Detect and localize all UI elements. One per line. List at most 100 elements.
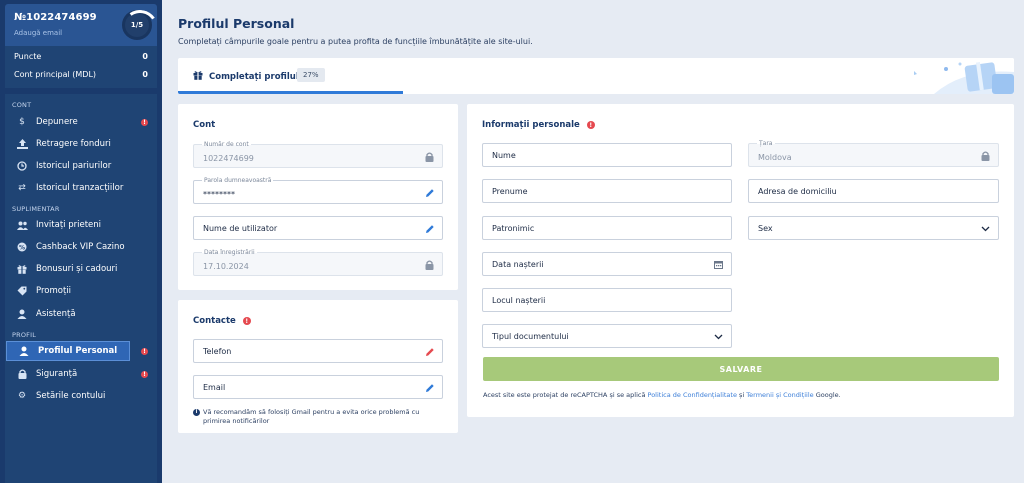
field-placeholder: Prenume bbox=[492, 187, 528, 196]
field-value: 17.10.2024 bbox=[203, 262, 249, 271]
field-placeholder: Tipul documentului bbox=[492, 332, 569, 341]
field-label: Număr de cont bbox=[202, 141, 251, 149]
balance-value: 0 bbox=[142, 70, 148, 79]
address-field[interactable]: Adresa de domiciliu bbox=[748, 179, 999, 203]
field-placeholder: Telefon bbox=[203, 347, 232, 356]
personal-info-title: Informații personale bbox=[482, 120, 580, 130]
alert-icon: ! bbox=[586, 121, 595, 129]
field-placeholder: Data nașterii bbox=[492, 260, 544, 269]
sidebar-item-label: Depunere bbox=[36, 117, 78, 127]
pencil-icon[interactable] bbox=[424, 223, 435, 234]
sidebar-item-istoric-tranzactii[interactable]: ⇄ Istoricul tranzacțiilor bbox=[5, 178, 157, 198]
main-content: Profilul Personal Completați câmpurile g… bbox=[162, 0, 1024, 483]
svg-text:%: % bbox=[19, 244, 25, 251]
password-field[interactable]: Parola dumneavoastră ******** bbox=[193, 177, 443, 204]
clock-icon bbox=[16, 160, 28, 172]
balances: Puncte 0 Cont principal (MDL) 0 bbox=[5, 46, 157, 88]
add-email-link[interactable]: Adaugă email bbox=[14, 29, 62, 37]
phone-field[interactable]: Telefon bbox=[193, 339, 443, 363]
cashback-icon: % bbox=[16, 241, 28, 253]
patronimic-field[interactable]: Patronimic bbox=[482, 216, 732, 240]
sidebar-item-label: Invitați prieteni bbox=[36, 220, 102, 230]
chevron-down-icon bbox=[713, 331, 724, 342]
sidebar-item-label: Istoricul tranzacțiilor bbox=[36, 183, 124, 193]
gift-icon bbox=[193, 70, 203, 83]
gift-icon bbox=[16, 263, 28, 275]
pencil-icon[interactable] bbox=[424, 382, 435, 393]
level-progress-ring[interactable]: 1/5 bbox=[122, 10, 152, 40]
username-field[interactable]: Nume de utilizator bbox=[193, 216, 443, 240]
registration-date-field: Data înregistrării 17.10.2024 bbox=[193, 249, 443, 276]
sidebar-item-invitati[interactable]: Invitați prieteni bbox=[5, 215, 157, 235]
chevron-down-icon bbox=[980, 223, 991, 234]
captcha-text: Google. bbox=[813, 391, 841, 399]
sidebar: №1022474699 Adaugă email 1/5 Puncte 0 Con… bbox=[0, 0, 162, 483]
pencil-icon[interactable] bbox=[424, 187, 435, 198]
balance-points: Puncte 0 bbox=[14, 52, 148, 61]
progress-label: Completați profilul bbox=[209, 71, 299, 82]
contacte-title: Contacte bbox=[193, 316, 236, 326]
captcha-text: și bbox=[736, 391, 747, 399]
progress-bar bbox=[178, 91, 403, 94]
sidebar-item-retragere[interactable]: Retragere fonduri bbox=[5, 134, 157, 154]
sidebar-item-label: Profilul Personal bbox=[38, 346, 118, 356]
alert-icon: ! bbox=[141, 370, 148, 378]
account-number-field: Număr de cont 1022474699 bbox=[193, 141, 443, 168]
tag-icon bbox=[16, 285, 28, 297]
gear-icon: ⚙ bbox=[17, 391, 27, 401]
save-button[interactable]: SALVARE bbox=[483, 357, 999, 381]
birth-date-field[interactable]: Data nașterii bbox=[482, 252, 732, 276]
terms-link[interactable]: Termenii și Condițiile bbox=[746, 391, 813, 399]
sidebar-item-bonusuri[interactable]: Bonusuri și cadouri bbox=[5, 259, 157, 279]
transfer-icon: ⇄ bbox=[18, 183, 26, 193]
lock-icon bbox=[980, 150, 991, 161]
dollar-icon: $ bbox=[19, 117, 25, 127]
lock-icon bbox=[424, 259, 435, 270]
sidebar-item-profil-personal[interactable]: Profilul Personal! bbox=[6, 341, 148, 361]
sidebar-item-cashback[interactable]: % Cashback VIP Cazino bbox=[5, 237, 157, 257]
pencil-icon[interactable] bbox=[424, 346, 435, 357]
prenume-field[interactable]: Prenume bbox=[482, 179, 732, 203]
section-suplimentar: SUPLIMENTAR bbox=[12, 205, 60, 213]
field-placeholder: Email bbox=[203, 383, 226, 392]
balance-value: 0 bbox=[142, 52, 148, 61]
sidebar-item-istoric-pariuri[interactable]: Istoricul pariurilor bbox=[5, 156, 157, 176]
sidebar-item-label: Istoricul pariurilor bbox=[36, 161, 112, 171]
gmail-note-text: Vă recomandăm să folosiți Gmail pentru a… bbox=[203, 408, 420, 425]
sidebar-item-setari[interactable]: ⚙ Setările contului bbox=[5, 386, 157, 406]
nume-field[interactable]: Nume bbox=[482, 143, 732, 167]
alert-icon: ! bbox=[141, 118, 148, 126]
sidebar-item-depunere[interactable]: $ Depunere! bbox=[5, 112, 157, 132]
captcha-text: Acest site este protejat de reCAPTCHA și… bbox=[483, 391, 648, 399]
account-header: №1022474699 Adaugă email 1/5 bbox=[5, 4, 157, 46]
field-placeholder: Adresa de domiciliu bbox=[758, 187, 837, 196]
privacy-policy-link[interactable]: Politica de Confidențialitate bbox=[648, 391, 737, 399]
balance-label: Puncte bbox=[14, 52, 42, 61]
field-value: Moldova bbox=[758, 153, 792, 162]
sidebar-item-asistenta[interactable]: Asistență bbox=[5, 304, 157, 324]
info-icon: i bbox=[193, 409, 200, 416]
birth-place-field[interactable]: Locul nașterii bbox=[482, 288, 732, 312]
sex-select[interactable]: Sex bbox=[748, 216, 999, 240]
contacte-card: Contacte ! Telefon Email i Vă recomandăm… bbox=[178, 300, 458, 433]
sidebar-item-label: Setările contului bbox=[36, 391, 106, 401]
sidebar-item-label: Cashback VIP Cazino bbox=[36, 242, 125, 252]
field-placeholder: Nume bbox=[492, 151, 516, 160]
lock-icon bbox=[16, 368, 28, 380]
sidebar-nav: CONT $ Depunere! Retragere fonduri Istori… bbox=[5, 94, 157, 483]
calendar-icon[interactable] bbox=[713, 259, 724, 270]
field-placeholder: Patronimic bbox=[492, 224, 535, 233]
support-icon bbox=[16, 308, 28, 320]
balance-main: Cont principal (MDL) 0 bbox=[14, 70, 148, 79]
field-placeholder: Locul nașterii bbox=[492, 296, 546, 305]
sidebar-item-siguranta[interactable]: Siguranță! bbox=[5, 364, 157, 384]
sidebar-item-promotii[interactable]: Promoții bbox=[5, 281, 157, 301]
cont-card: Cont Număr de cont 1022474699 Parola dum… bbox=[178, 104, 458, 290]
progress-percent-badge: 27% bbox=[297, 68, 325, 82]
progress-label-group: Completați profilul bbox=[193, 70, 299, 83]
document-type-select[interactable]: Tipul documentului bbox=[482, 324, 732, 348]
country-field: Țara Moldova bbox=[748, 140, 999, 167]
page-title: Profilul Personal bbox=[178, 16, 295, 31]
section-cont: CONT bbox=[12, 101, 32, 109]
email-field[interactable]: Email bbox=[193, 375, 443, 399]
